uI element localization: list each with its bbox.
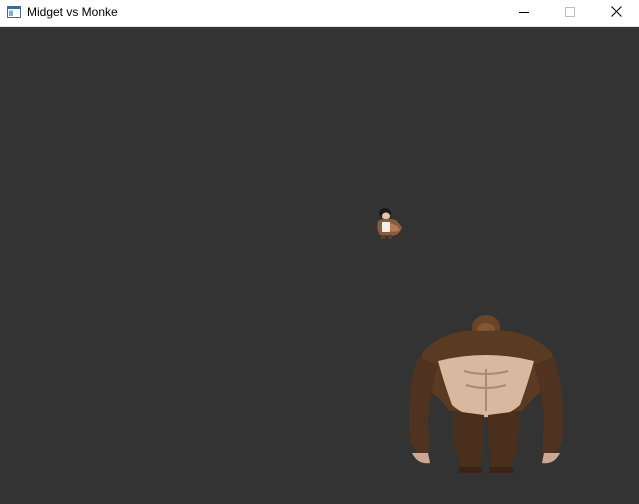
maximize-icon xyxy=(565,4,575,22)
game-window: Midget vs Monke xyxy=(0,0,639,504)
minimize-button[interactable] xyxy=(501,0,547,26)
window-title: Midget vs Monke xyxy=(27,5,118,19)
app-window-icon xyxy=(7,5,21,18)
close-button[interactable] xyxy=(593,0,639,26)
maximize-button[interactable] xyxy=(547,0,593,26)
minimize-icon xyxy=(519,4,529,22)
title-bar[interactable]: Midget vs Monke xyxy=(0,0,639,27)
monke-sprite xyxy=(404,313,568,477)
close-icon xyxy=(610,4,622,22)
game-canvas[interactable] xyxy=(0,27,639,504)
midget-sprite xyxy=(372,205,406,241)
